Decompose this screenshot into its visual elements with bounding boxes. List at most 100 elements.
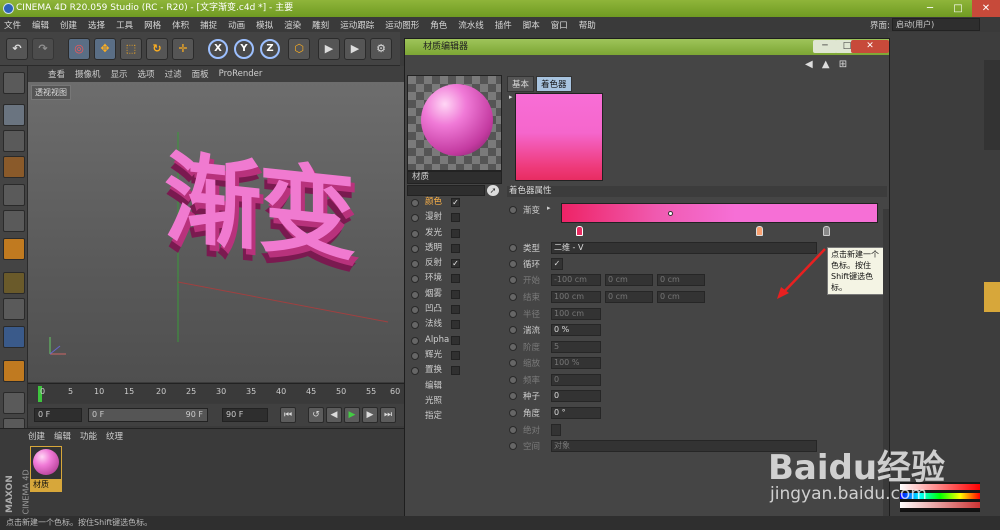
viewport-menu-prorender[interactable]: ProRender — [219, 69, 263, 79]
menu-plugins[interactable]: 插件 — [495, 19, 512, 31]
mm-menu-function[interactable]: 功能 — [80, 430, 97, 442]
swatch-arrow-icon[interactable]: ▸ — [509, 93, 513, 101]
timeline-ruler[interactable]: 0 5 10 15 20 25 30 35 40 45 50 55 60 — [28, 383, 404, 403]
axis-mode-icon[interactable] — [3, 272, 25, 294]
channel-illumination[interactable]: 光照 — [407, 394, 502, 409]
channel-transparency[interactable]: 透明 — [407, 241, 502, 256]
channel-normal[interactable]: 法线 — [407, 317, 502, 332]
channel-alpha-checkbox[interactable] — [451, 335, 460, 345]
minimize-icon[interactable]: ─ — [916, 0, 944, 17]
viewport-menu-options[interactable]: 选项 — [138, 68, 155, 80]
start-x-field[interactable]: -100 cm — [551, 274, 601, 286]
lock-icon[interactable] — [3, 392, 25, 414]
points-mode-icon[interactable] — [3, 184, 25, 206]
perspective-viewport[interactable]: 透视视图 渐变 渐变 — [28, 82, 404, 382]
channel-luminance[interactable]: 发光 — [407, 226, 502, 241]
channel-displacement-checkbox[interactable] — [451, 366, 460, 376]
mm-menu-edit[interactable]: 编辑 — [54, 430, 71, 442]
menu-volume[interactable]: 体积 — [172, 19, 189, 31]
gradient-bar[interactable] — [561, 203, 878, 223]
angle-field[interactable]: 0 ° — [551, 407, 601, 419]
magnet-icon[interactable] — [3, 360, 25, 382]
menu-character[interactable]: 角色 — [430, 19, 447, 31]
menu-edit[interactable]: 编辑 — [32, 19, 49, 31]
channel-bump-checkbox[interactable] — [451, 305, 460, 315]
move-tool-button[interactable]: ✥ — [94, 38, 116, 60]
channel-diffusion[interactable]: 漫射 — [407, 210, 502, 225]
layout-select[interactable]: 启动(用户) — [892, 18, 980, 31]
viewport-menu-display[interactable]: 显示 — [111, 68, 128, 80]
make-editable-icon[interactable] — [3, 72, 25, 94]
snap-icon[interactable] — [3, 326, 25, 348]
viewport-menu-filter[interactable]: 过滤 — [165, 68, 182, 80]
start-z-field[interactable]: 0 cm — [657, 274, 705, 286]
texture-mode-icon[interactable] — [3, 130, 25, 152]
end-x-field[interactable]: 100 cm — [551, 291, 601, 303]
channel-bump[interactable]: 凹凸 — [407, 302, 502, 317]
menu-window[interactable]: 窗口 — [551, 19, 568, 31]
menu-pipeline[interactable]: 流水线 — [458, 19, 484, 31]
end-z-field[interactable]: 0 cm — [657, 291, 705, 303]
x-axis-button[interactable]: X — [208, 39, 228, 59]
menu-simulate[interactable]: 模拟 — [256, 19, 273, 31]
menu-create[interactable]: 创建 — [60, 19, 77, 31]
menu-select[interactable]: 选择 — [88, 19, 105, 31]
viewport-menu-view[interactable]: 查看 — [48, 68, 65, 80]
rotate-tool-button[interactable]: ↻ — [146, 38, 168, 60]
channel-color[interactable]: 颜色 ✓ — [407, 195, 502, 210]
workplane-mode-icon[interactable] — [3, 156, 25, 178]
menu-animate[interactable]: 动画 — [228, 19, 245, 31]
start-frame-field[interactable]: 0 F — [34, 408, 82, 422]
channel-reflectance[interactable]: 反射 ✓ — [407, 256, 502, 271]
tab-basic[interactable]: 基本 — [507, 76, 535, 92]
preview-range-slider[interactable]: 0 F 90 F — [88, 408, 208, 422]
material-name-field[interactable]: 材质 — [407, 171, 502, 184]
radius-field[interactable]: 100 cm — [551, 308, 601, 320]
last-tool-button[interactable]: ✛ — [172, 38, 194, 60]
channel-reflectance-checkbox[interactable]: ✓ — [451, 259, 460, 269]
end-frame-field[interactable]: 90 F — [222, 408, 268, 422]
menu-file[interactable]: 文件 — [4, 19, 21, 31]
dialog-nav-icons[interactable]: ◀ ▲ ⊞ — [805, 59, 885, 71]
go-to-end-icon[interactable]: ⏭ — [380, 407, 396, 423]
channel-diffusion-checkbox[interactable] — [451, 213, 460, 223]
gradient-color-stop-right[interactable] — [823, 226, 830, 236]
3d-text-object[interactable]: 渐变 — [164, 118, 352, 280]
cycle-checkbox[interactable]: ✓ — [551, 258, 563, 270]
render-view-button[interactable]: ▶ — [318, 38, 340, 60]
scale-tool-button[interactable]: ⬚ — [120, 38, 142, 60]
channel-assignment[interactable]: 指定 — [407, 409, 502, 424]
menu-snap[interactable]: 捕捉 — [200, 19, 217, 31]
channel-environment[interactable]: 环境 — [407, 271, 502, 286]
gradient-color-stop-mid[interactable] — [756, 226, 763, 236]
channel-fog[interactable]: 烟雾 — [407, 287, 502, 302]
channel-fog-checkbox[interactable] — [451, 289, 460, 299]
polygons-mode-icon[interactable] — [3, 238, 25, 260]
go-to-start-icon[interactable]: ⏮ — [280, 407, 296, 423]
tweak-mode-icon[interactable] — [3, 298, 25, 320]
menu-sculpt[interactable]: 雕刻 — [312, 19, 329, 31]
channel-alpha[interactable]: Alpha — [407, 333, 502, 348]
model-mode-icon[interactable] — [3, 104, 25, 126]
type-select[interactable]: 二维 - V — [551, 242, 817, 254]
octaves-field[interactable]: 5 — [551, 341, 601, 353]
attributes-tab[interactable] — [984, 282, 1000, 312]
menu-motion-tracking[interactable]: 运动跟踪 — [340, 19, 374, 31]
coordinate-system-button[interactable]: ⬡ — [288, 38, 310, 60]
frequency-field[interactable]: 0 — [551, 374, 601, 386]
render-picture-viewer-button[interactable]: ▶ — [344, 38, 366, 60]
turbulence-field[interactable]: 0 % — [551, 324, 601, 336]
gradient-expand-icon[interactable]: ▸ — [547, 204, 551, 212]
menu-script[interactable]: 脚本 — [523, 19, 540, 31]
channel-displacement[interactable]: 置换 — [407, 363, 502, 378]
redo-button[interactable]: ↷ — [32, 38, 54, 60]
dialog-minimize-icon[interactable]: ─ — [813, 40, 837, 53]
live-select-button[interactable]: ◎ — [68, 38, 90, 60]
dialog-close-icon[interactable]: ✕ — [851, 40, 889, 53]
channel-transparency-checkbox[interactable] — [451, 243, 460, 253]
menu-help[interactable]: 帮助 — [579, 19, 596, 31]
channel-glow-checkbox[interactable] — [451, 350, 460, 360]
maximize-icon[interactable]: □ — [944, 0, 972, 17]
y-axis-button[interactable]: Y — [234, 39, 254, 59]
render-settings-button[interactable]: ⚙ — [370, 38, 392, 60]
